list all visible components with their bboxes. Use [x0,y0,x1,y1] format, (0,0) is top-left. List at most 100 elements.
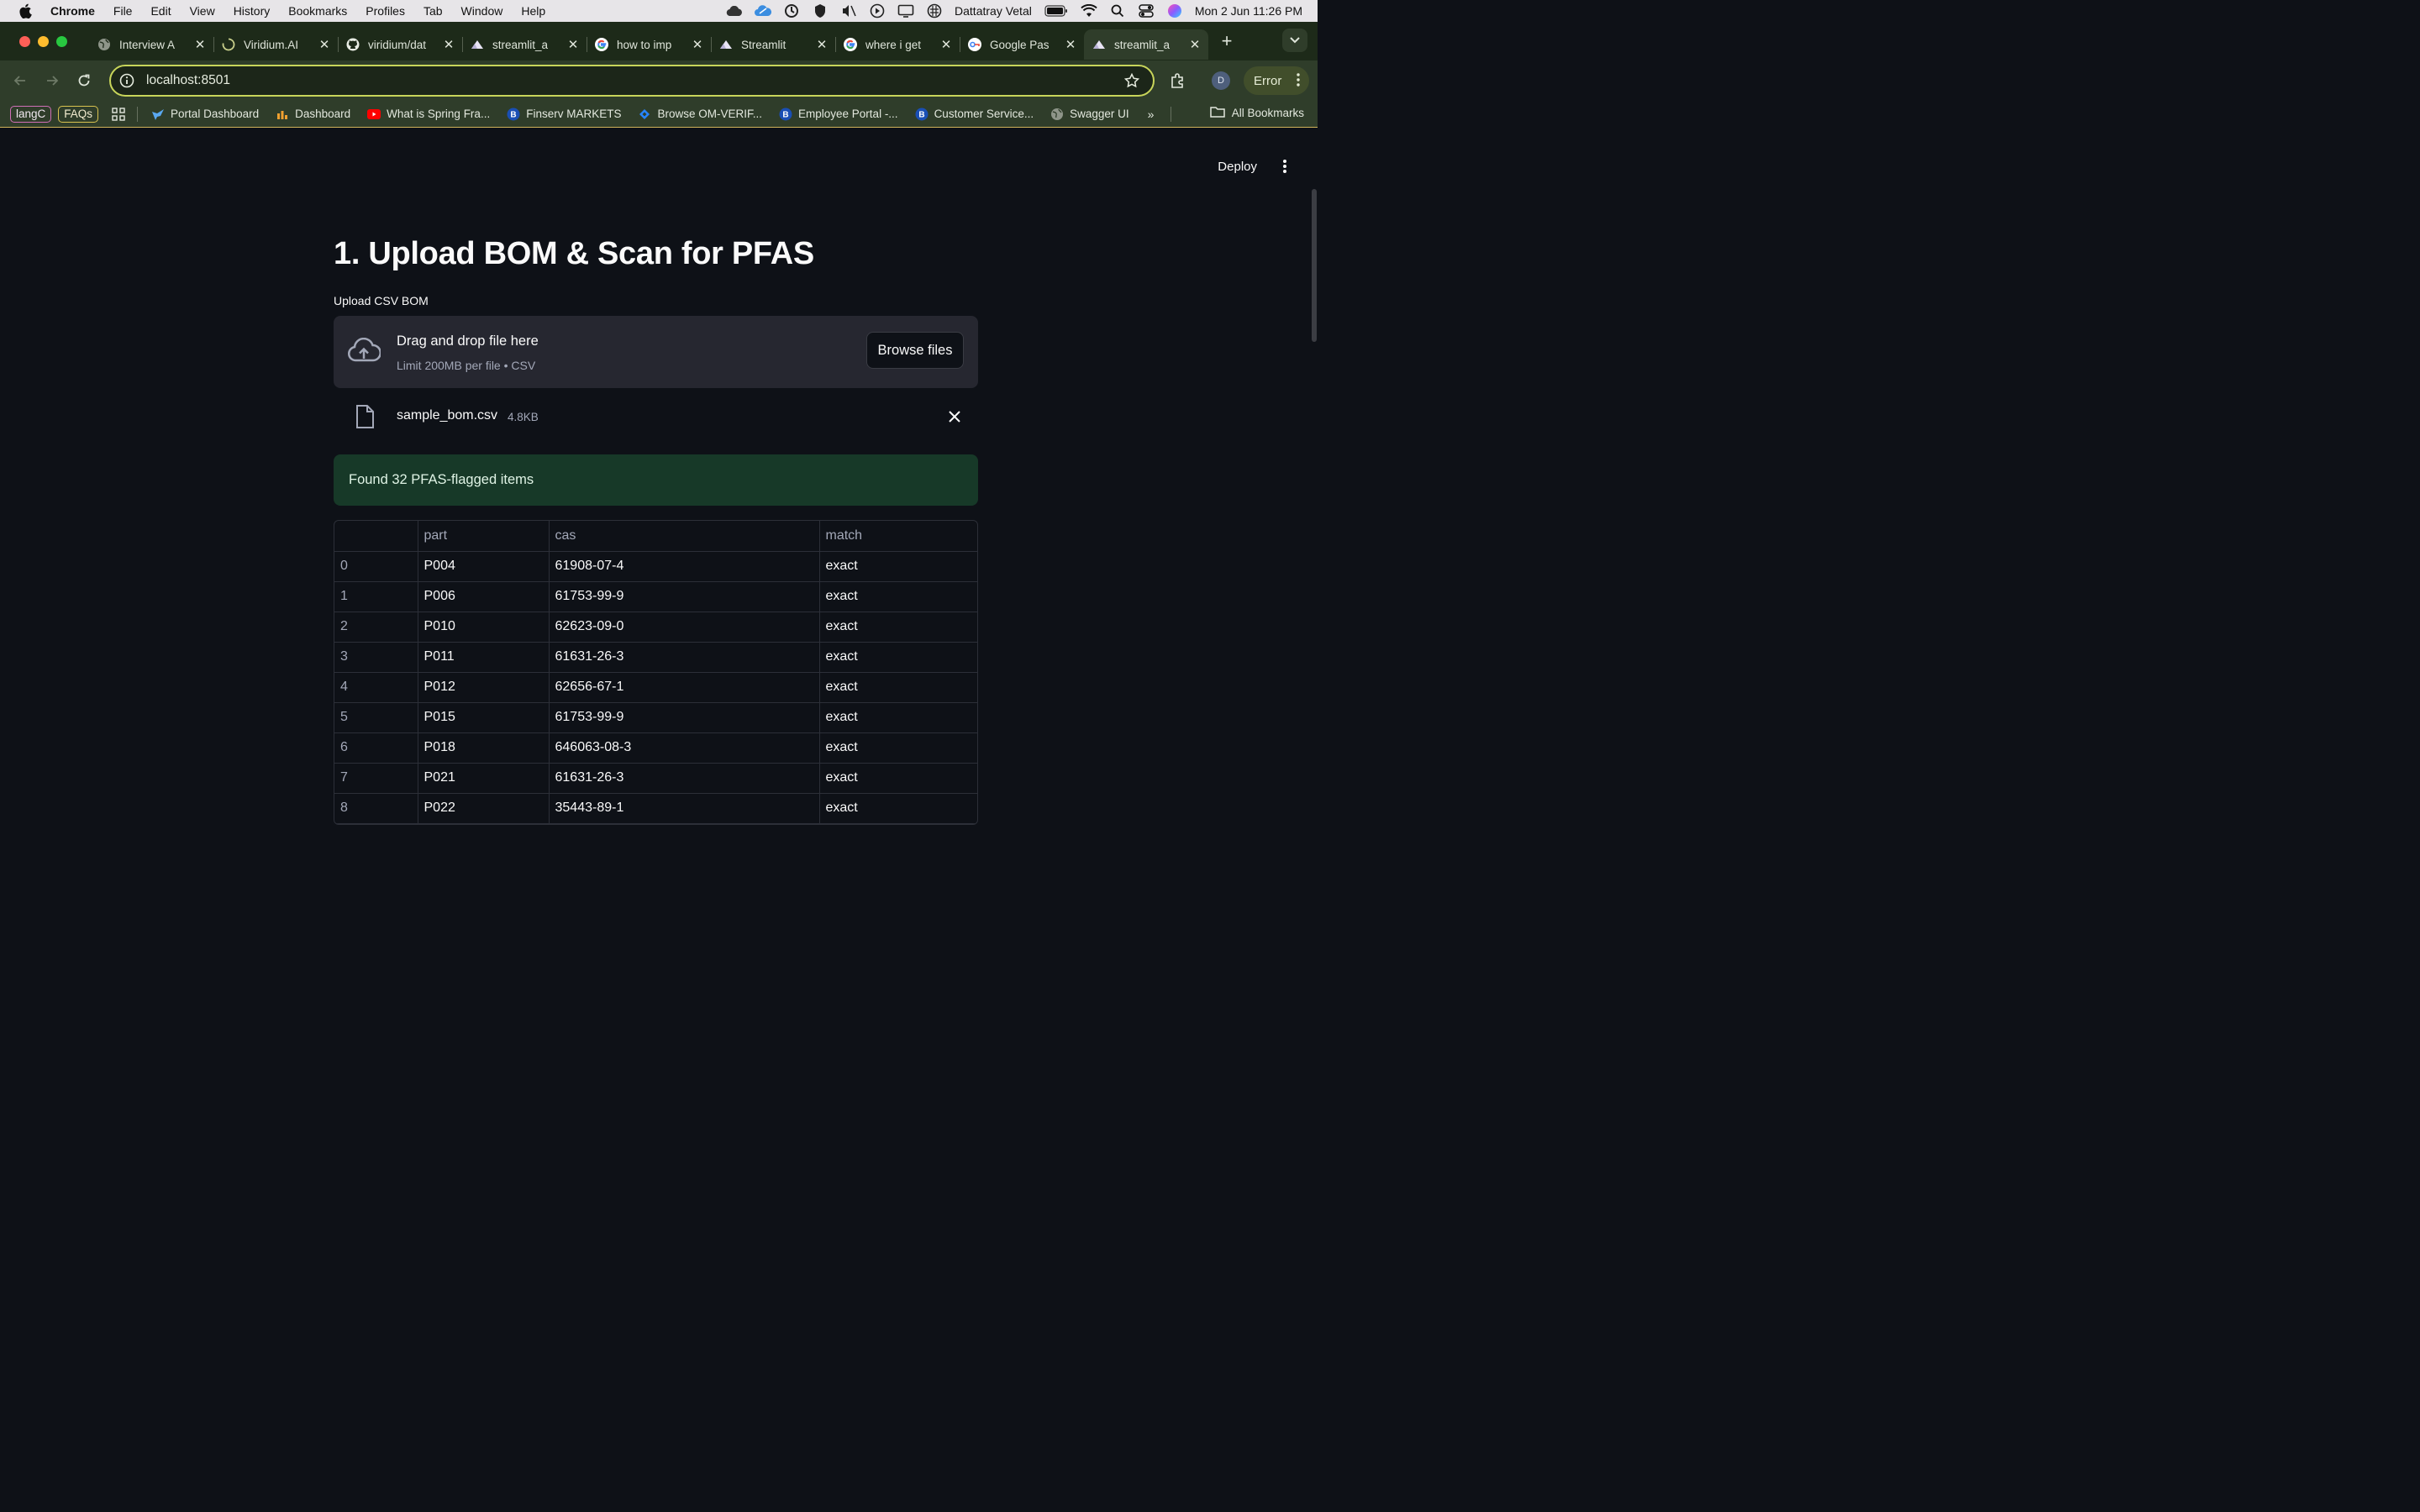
row-index-cell[interactable]: 6 [334,732,418,764]
menu-edit[interactable]: Edit [150,4,171,18]
cas-cell[interactable]: 62623-09-0 [549,612,820,643]
row-index-cell[interactable]: 4 [334,672,418,703]
match-cell[interactable]: exact [819,763,977,794]
browser-tab[interactable]: where i get ✕ [835,29,960,60]
browser-tab[interactable]: Interview A ✕ [89,29,214,60]
part-cell[interactable]: P018 [418,732,550,764]
mute-icon[interactable] [840,4,857,18]
sync-cloud-icon[interactable] [755,4,772,18]
bookmark-om-verif[interactable]: Browse OM-VERIF... [638,108,762,121]
menu-app-name[interactable]: Chrome [50,4,95,18]
cas-cell[interactable]: 61753-99-9 [549,581,820,612]
apple-menu-icon[interactable] [18,3,35,18]
browser-tab[interactable]: streamlit_a ✕ [462,29,587,60]
row-index-cell[interactable]: 7 [334,763,418,794]
close-tab-icon[interactable]: ✕ [691,37,704,52]
bookmark-dashboard[interactable]: Dashboard [276,108,350,121]
close-window-button[interactable] [19,35,30,47]
menu-view[interactable]: View [190,4,215,18]
part-cell[interactable]: P010 [418,612,550,643]
bookmark-finserv-markets[interactable]: B Finserv MARKETS [507,108,621,121]
wifi-icon[interactable] [1081,4,1097,18]
part-cell[interactable]: P015 [418,702,550,733]
battery-icon[interactable] [1044,4,1069,18]
column-header-part[interactable]: part [418,521,550,552]
app-menu-icon[interactable] [1282,159,1287,174]
vpn-icon[interactable] [783,4,800,18]
part-cell[interactable]: P022 [418,793,550,824]
cas-cell[interactable]: 61631-26-3 [549,642,820,673]
error-menu-button[interactable]: Error [1244,66,1309,95]
row-index-cell[interactable]: 5 [334,702,418,733]
browser-tab[interactable]: Viridium.AI ✕ [213,29,339,60]
bookmark-customer-service[interactable]: B Customer Service... [915,108,1034,121]
menu-bookmarks[interactable]: Bookmarks [288,4,347,18]
reload-button[interactable] [71,67,97,94]
browser-tab[interactable]: Streamlit ✕ [711,29,836,60]
close-tab-icon[interactable]: ✕ [1188,37,1202,52]
forward-button[interactable] [39,67,66,94]
maximize-window-button[interactable] [56,35,67,47]
close-tab-icon[interactable]: ✕ [318,37,331,52]
shield-icon[interactable] [812,4,829,18]
part-cell[interactable]: P012 [418,672,550,703]
browser-tab-active[interactable]: streamlit_a ✕ [1084,29,1208,60]
match-cell[interactable]: exact [819,612,977,643]
extensions-puzzle-icon[interactable] [1168,71,1188,91]
tab-search-button[interactable] [1282,29,1307,52]
column-header-index[interactable] [334,521,418,552]
cas-cell[interactable]: 35443-89-1 [549,793,820,824]
row-index-cell[interactable]: 3 [334,642,418,673]
more-bookmarks-button[interactable]: » [1148,108,1155,121]
match-cell[interactable]: exact [819,672,977,703]
match-cell[interactable]: exact [819,581,977,612]
close-tab-icon[interactable]: ✕ [566,37,580,52]
bookmark-star-icon[interactable] [1123,72,1140,88]
match-cell[interactable]: exact [819,732,977,764]
page-scrollbar[interactable] [1312,189,1317,342]
cas-cell[interactable]: 61631-26-3 [549,763,820,794]
match-cell[interactable]: exact [819,702,977,733]
address-bar[interactable]: localhost:8501 [109,65,1155,97]
menu-history[interactable]: History [234,4,271,18]
row-index-cell[interactable]: 8 [334,793,418,824]
menu-file[interactable]: File [113,4,133,18]
part-cell[interactable]: P011 [418,642,550,673]
part-cell[interactable]: P004 [418,551,550,582]
display-icon[interactable] [897,4,914,18]
bookmark-employee-portal[interactable]: B Employee Portal -... [779,108,898,121]
cloud-icon[interactable] [726,4,743,18]
menubar-user-name[interactable]: Dattatray Vetal [955,4,1032,18]
browser-tab[interactable]: viridium/dat ✕ [338,29,463,60]
menu-window[interactable]: Window [461,4,503,18]
remove-file-icon[interactable] [948,410,961,423]
address-bar-url[interactable]: localhost:8501 [146,73,230,88]
cas-cell[interactable]: 61753-99-9 [549,702,820,733]
column-header-cas[interactable]: cas [549,521,820,552]
match-cell[interactable]: exact [819,642,977,673]
cas-cell[interactable]: 61908-07-4 [549,551,820,582]
results-dataframe[interactable]: part cas match 0 P004 61908-07-4 exact 1… [334,520,978,825]
browser-tab[interactable]: Google Pas ✕ [960,29,1084,60]
row-index-cell[interactable]: 1 [334,581,418,612]
row-index-cell[interactable]: 0 [334,551,418,582]
close-tab-icon[interactable]: ✕ [442,37,455,52]
row-index-cell[interactable]: 2 [334,612,418,643]
column-header-match[interactable]: match [819,521,977,552]
minimize-window-button[interactable] [38,35,49,47]
play-circle-icon[interactable] [869,3,886,18]
deploy-button[interactable]: Deploy [1218,160,1257,174]
close-tab-icon[interactable]: ✕ [1064,37,1077,52]
menu-help[interactable]: Help [521,4,545,18]
apps-grid-icon[interactable] [112,107,125,121]
profile-avatar[interactable]: D [1212,71,1230,90]
siri-icon[interactable] [1166,4,1183,18]
bookmark-portal-dashboard[interactable]: Portal Dashboard [151,108,259,121]
spotlight-search-icon[interactable] [1109,4,1126,18]
cas-cell[interactable]: 646063-08-3 [549,732,820,764]
back-button[interactable] [7,67,34,94]
close-tab-icon[interactable]: ✕ [193,37,207,52]
bookmark-spring-video[interactable]: What is Spring Fra... [367,108,490,121]
new-tab-button[interactable]: + [1213,30,1240,52]
menu-tab[interactable]: Tab [424,4,443,18]
